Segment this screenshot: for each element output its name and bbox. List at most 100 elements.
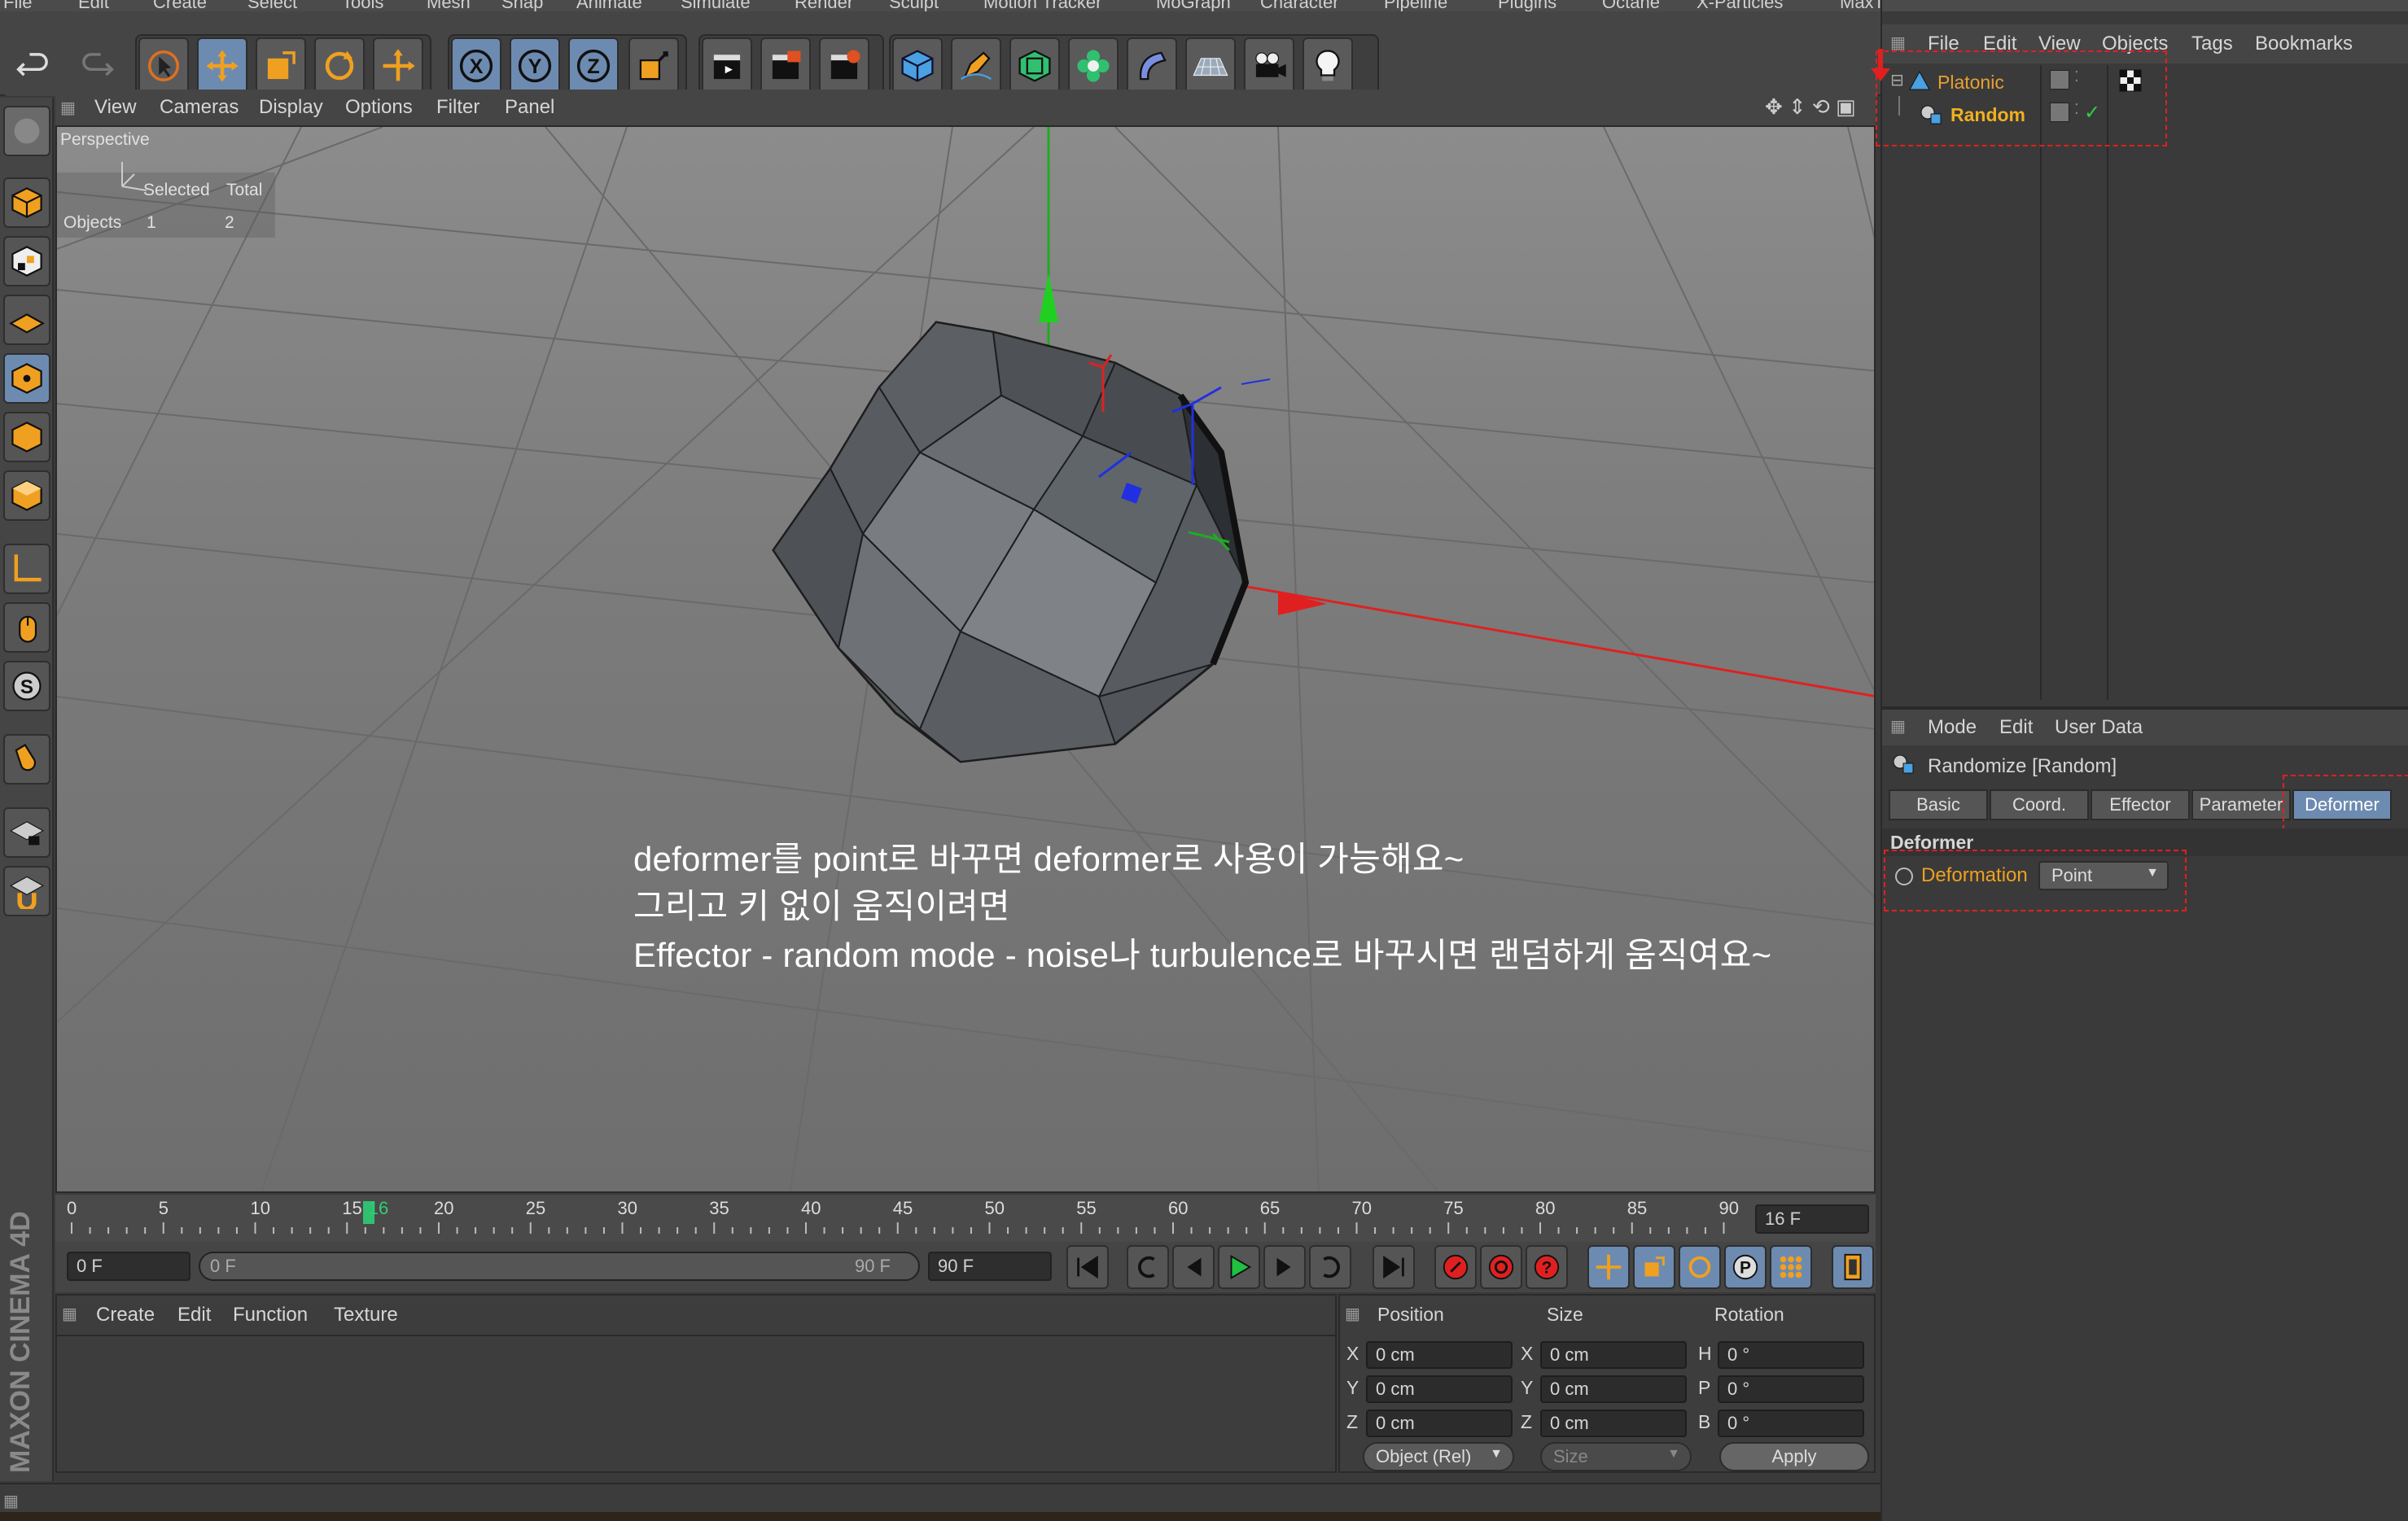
object-menu-tags[interactable]: Tags [2191,33,2233,55]
menubar-item-character[interactable]: Character [1260,0,1339,11]
material-menu-create[interactable]: Create [96,1304,155,1327]
preview-start-field[interactable]: 0 F [67,1252,190,1281]
apply-button[interactable]: Apply [1719,1442,1869,1471]
viewport-menu-filter[interactable]: Filter [436,96,479,119]
render-settings-button[interactable] [819,37,869,94]
position-z-field[interactable]: 0 cm [1366,1410,1513,1437]
preview-end-field[interactable]: 90 F [928,1252,1052,1281]
points-mode-button[interactable] [3,353,50,404]
tab-basic[interactable]: Basic [1889,789,1988,820]
make-editable-button[interactable] [3,106,50,156]
play-button[interactable] [1218,1245,1260,1289]
snap-button[interactable]: S [3,661,50,711]
current-frame-field[interactable]: 16 F [1755,1204,1869,1234]
viewport-menu-panel[interactable]: Panel [505,96,554,119]
menubar-item-animate[interactable]: Animate [576,0,642,11]
viewport-nav-icons[interactable]: ✥ ⇕ ⟲ ▣ [1765,94,1856,120]
menubar-item-edit[interactable]: Edit [78,0,109,11]
menubar-item-octane[interactable]: Octane [1602,0,1660,11]
attribute-menu-mode[interactable]: Mode [1928,716,1977,739]
timeline-ruler[interactable]: 0 5 10 15 16 20 25 30 35 40 45 50 55 60 65 70 75 80 85 90 1… [55,1195,1876,1242]
preview-range-slider[interactable]: 0 F 90 F [199,1252,920,1281]
menubar-item-pipeline[interactable]: Pipeline [1384,0,1447,11]
rotation-b-field[interactable]: 0 ° [1718,1410,1864,1437]
coordinate-system-button[interactable] [628,37,679,94]
key-parameter-button[interactable]: P [1724,1245,1767,1289]
scale-tool-button[interactable] [256,37,306,94]
menubar-item-select[interactable]: Select [247,0,297,11]
object-menu-bookmarks[interactable]: Bookmarks [2255,33,2353,55]
autokey-button[interactable] [1480,1245,1522,1289]
material-menu-function[interactable]: Function [233,1304,308,1327]
size-x-field[interactable]: 0 cm [1540,1341,1687,1369]
position-x-field[interactable]: 0 cm [1366,1341,1513,1369]
tab-coord[interactable]: Coord. [1990,789,2089,820]
menubar-item-file[interactable]: File [3,0,32,11]
record-keys-button[interactable] [1434,1245,1477,1289]
edges-mode-button[interactable] [3,412,50,462]
size-z-field[interactable]: 0 cm [1540,1410,1687,1437]
rotation-p-field[interactable]: 0 ° [1718,1375,1864,1403]
menubar-item-mograph[interactable]: MoGraph [1156,0,1231,11]
live-select-button[interactable] [373,37,423,94]
size-mode-dropdown[interactable]: Size ▼ [1540,1442,1692,1471]
subdivision-surface-button[interactable] [1009,37,1060,94]
menubar-item-plugins[interactable]: Plugins [1498,0,1556,11]
tweak-mode-button[interactable] [3,602,50,653]
move-tool-button[interactable] [197,37,247,94]
next-frame-button[interactable] [1263,1245,1306,1289]
y-axis-button[interactable]: Y [510,37,560,94]
material-menu-texture[interactable]: Texture [334,1304,398,1327]
previous-key-button[interactable] [1127,1245,1169,1289]
menubar-item-sculpt[interactable]: Sculpt [889,0,939,11]
menubar-item-motion-tracker[interactable]: Motion Tracker [983,0,1102,11]
material-menu-edit[interactable]: Edit [177,1304,211,1327]
3d-viewport[interactable]: Perspective Selected Total Objects 1 2 [55,125,1876,1193]
x-axis-button[interactable]: X [451,37,501,94]
axis-mode-button[interactable] [3,544,50,594]
magnet-button[interactable] [3,734,50,785]
cloner-button[interactable] [1068,37,1119,94]
model-mode-button[interactable] [3,177,50,228]
go-to-end-button[interactable] [1373,1245,1415,1289]
timeline-window-button[interactable] [1832,1245,1874,1289]
deformer-button[interactable] [1127,37,1177,94]
workplane-mode-button[interactable] [3,295,50,345]
key-rotation-button[interactable] [1679,1245,1721,1289]
viewport-menu-view[interactable]: View [94,96,137,119]
go-to-start-button[interactable] [1066,1245,1109,1289]
camera-button[interactable] [1244,37,1294,94]
menubar-item-tools[interactable]: Tools [342,0,383,11]
rotation-h-field[interactable]: 0 ° [1718,1341,1864,1369]
position-y-field[interactable]: 0 cm [1366,1375,1513,1403]
render-picture-viewer-button[interactable] [760,37,811,94]
viewport-menu-options[interactable]: Options [345,96,413,119]
light-button[interactable] [1303,37,1353,94]
menubar-item-x-particles[interactable]: X-Particles [1697,0,1783,11]
tab-parameter[interactable]: Parameter [2191,789,2291,820]
key-pla-button[interactable] [1770,1245,1812,1289]
menubar-item-snap[interactable]: Snap [501,0,543,11]
z-axis-button[interactable]: Z [568,37,619,94]
previous-frame-button[interactable] [1172,1245,1215,1289]
undo-button[interactable] [3,39,63,96]
menubar-item-create[interactable]: Create [153,0,207,11]
viewport-menu-cameras[interactable]: Cameras [160,96,239,119]
redo-button[interactable] [67,39,127,96]
select-tool-button[interactable] [138,37,189,94]
workplane-snap-button[interactable] [3,866,50,916]
tab-effector[interactable]: Effector [2091,789,2190,820]
key-scale-button[interactable] [1633,1245,1675,1289]
polygons-mode-button[interactable] [3,470,50,521]
next-key-button[interactable] [1309,1245,1351,1289]
menubar-item-simulate[interactable]: Simulate [681,0,751,11]
size-y-field[interactable]: 0 cm [1540,1375,1687,1403]
pen-spline-button[interactable] [951,37,1001,94]
keyframe-selection-button[interactable]: ? [1526,1245,1568,1289]
key-position-button[interactable] [1587,1245,1630,1289]
coordinate-mode-dropdown[interactable]: Object (Rel) ▼ [1363,1442,1514,1471]
menubar-item-mesh[interactable]: Mesh [427,0,471,11]
texture-mode-button[interactable] [3,236,50,286]
locked-workplane-button[interactable] [3,807,50,858]
floor-button[interactable] [1185,37,1236,94]
